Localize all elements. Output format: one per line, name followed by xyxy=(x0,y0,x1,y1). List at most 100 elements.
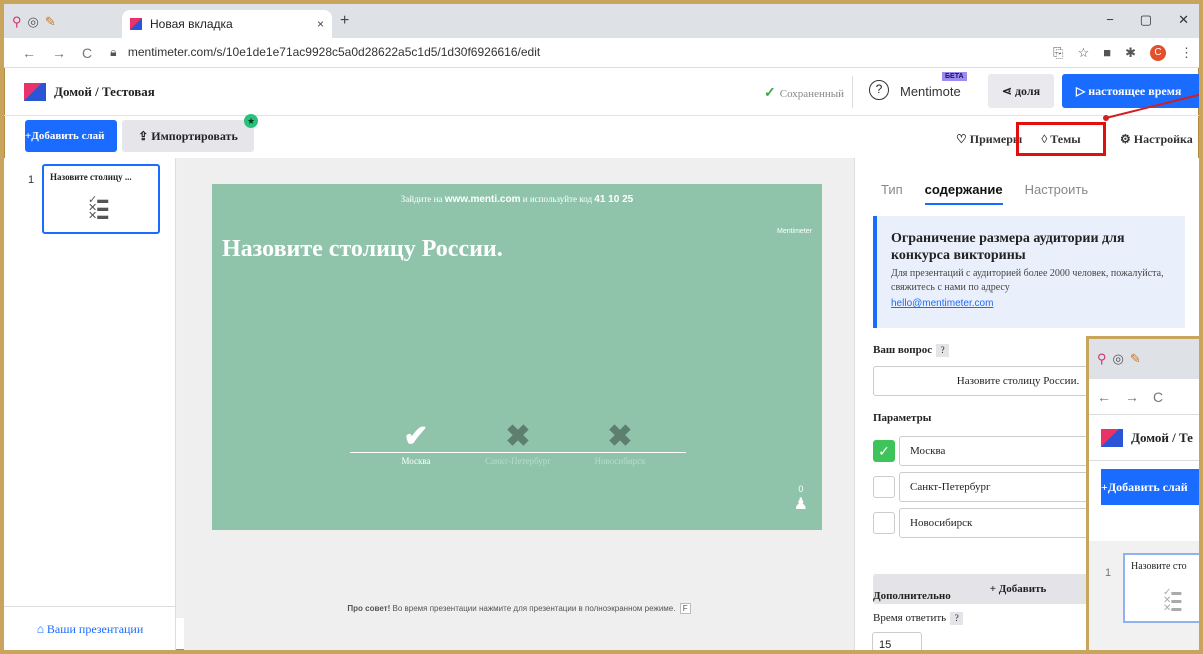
tab-content[interactable]: содержание xyxy=(924,182,1003,205)
join-code: 41 10 25 xyxy=(594,194,634,205)
panel-tabs: Тип содержание Настроить xyxy=(881,182,1088,205)
tab-title: Новая вкладка xyxy=(150,17,233,31)
option-correct-checkbox[interactable]: ✓ xyxy=(873,440,895,462)
globe-icon: ◎ xyxy=(1112,351,1124,366)
screenshot-frame: ⚲ ◎ ✎ Новая вкладка × + − ▢ ✕ ← → C 🔒︎ m… xyxy=(4,4,1199,650)
your-presentations-label: Ваши презентации xyxy=(46,622,144,636)
slide-thumbnail[interactable]: Назовите столицу ... ✓▬ ✕▬ ✕▬ xyxy=(42,164,160,234)
quiz-list-icon: ✓▬ ✕▬ ✕▬ xyxy=(1163,587,1182,614)
question-label: Ваш вопрос? xyxy=(873,344,950,357)
inset-address-bar: ← → C xyxy=(1089,379,1199,415)
cross-icon: ✖ xyxy=(505,420,531,453)
check-icon: ✓ xyxy=(764,86,776,101)
puzzle-icon[interactable]: ✱ xyxy=(1125,45,1136,61)
your-presentations-link[interactable]: ⌂ Ваши презентации xyxy=(4,606,176,650)
join-prefix: Зайдите на xyxy=(400,194,443,204)
time-label-text: Время ответить xyxy=(873,612,947,624)
inset-slide-title: Назовите сто xyxy=(1131,561,1187,572)
question-input[interactable]: Назовите столицу России. xyxy=(873,366,1103,396)
extra-label: Дополнительно xyxy=(873,590,951,602)
examples-button[interactable]: ♡ Примеры xyxy=(956,132,1022,147)
inset-sidebar: 1 Назовите сто ✓▬ ✕▬ ✕▬ xyxy=(1089,541,1199,650)
notice-text: Для презентаций с аудиторией более 2000 … xyxy=(891,268,1164,293)
import-button[interactable]: ⇪ Импортировать xyxy=(122,120,254,152)
maximize-icon[interactable]: ▢ xyxy=(1140,12,1152,28)
time-input[interactable]: 15 xyxy=(872,632,922,650)
option-label: Москва xyxy=(401,456,431,466)
close-window-icon[interactable]: ✕ xyxy=(1178,12,1189,28)
mentimote-link[interactable]: Mentimote xyxy=(900,84,961,99)
pinned-tab-icon[interactable]: ✎ xyxy=(45,14,56,30)
lock-icon: 🔒︎ xyxy=(110,45,117,59)
option-input[interactable]: Москва xyxy=(899,436,1103,466)
breadcrumb[interactable]: Домой / Тестовая xyxy=(54,84,155,100)
inset-header: Домой / Те xyxy=(1089,415,1199,461)
mentimeter-brand: Mentimeter xyxy=(776,228,812,235)
option-correct-checkbox[interactable] xyxy=(873,476,895,498)
join-instructions: Зайдите на www.menti.com и используйте к… xyxy=(212,194,822,205)
share-icon: ⋖ xyxy=(1001,84,1015,98)
menu-dots-icon[interactable]: ⋮ xyxy=(1180,45,1193,61)
examples-label: Примеры xyxy=(969,132,1023,146)
themes-label: Темы xyxy=(1050,132,1081,146)
pinned-tab-icon[interactable]: ⚲ xyxy=(12,14,22,30)
slide-question: Назовите столицу России. xyxy=(222,236,503,262)
help-icon[interactable]: ? xyxy=(950,612,964,625)
gear-icon: ⚙ xyxy=(1120,132,1134,146)
lightbulb-icon: ♡ xyxy=(956,132,970,146)
audience-limit-notice: Ограничение размера аудитории для конкур… xyxy=(873,216,1185,328)
close-tab-icon[interactable]: × xyxy=(317,17,324,31)
zoomed-inset-screenshot: ⚲ ◎ ✎ ← → C Домой / Те +Добавить слай 1 … xyxy=(1086,336,1199,650)
add-slide-button[interactable]: +Добавить слай xyxy=(25,120,117,152)
app-header: Домой / Тестовая ✓ Сохраненный ? Mentimot… xyxy=(4,68,1199,116)
help-icon[interactable]: ? xyxy=(936,344,950,357)
new-tab-button[interactable]: + xyxy=(340,12,349,30)
inset-breadcrumb: Домой / Те xyxy=(1131,429,1193,445)
mentimeter-logo-icon[interactable] xyxy=(24,82,46,101)
bookmark-star-icon[interactable]: ☆ xyxy=(1078,45,1090,61)
reload-icon[interactable]: C xyxy=(82,45,92,61)
tip-text: Во время презентации нажмите для презент… xyxy=(392,604,676,613)
browser-tab[interactable]: Новая вкладка × xyxy=(122,10,332,38)
profile-avatar[interactable]: C xyxy=(1150,45,1166,61)
window-controls: − ▢ ✕ xyxy=(1106,12,1189,28)
time-label: Время ответить? xyxy=(873,612,964,625)
globe-icon[interactable]: ◎ xyxy=(28,14,39,30)
tab-customize[interactable]: Настроить xyxy=(1025,182,1089,205)
mentimeter-favicon-icon xyxy=(130,18,142,30)
help-icon[interactable]: ? xyxy=(869,80,889,100)
share-button[interactable]: ⋖ доля xyxy=(988,74,1054,108)
slide-number: 1 xyxy=(28,174,35,186)
back-icon[interactable]: ← xyxy=(22,45,36,61)
option-result: ✔ Москва xyxy=(376,420,456,467)
fullscreen-key: F xyxy=(679,603,691,614)
option-correct-checkbox[interactable] xyxy=(873,512,895,534)
minimize-icon[interactable]: − xyxy=(1106,12,1114,28)
join-mid: и используйте код xyxy=(522,194,593,204)
join-site: www.menti.com xyxy=(444,194,521,205)
extension-icon[interactable]: ■ xyxy=(1103,45,1111,61)
slides-sidebar: 1 Назовите столицу ... ✓▬ ✕▬ ✕▬ ⌂ Ваши пре… xyxy=(4,158,176,650)
reload-icon: C xyxy=(1153,389,1164,405)
option-input[interactable]: Новосибирск xyxy=(899,508,1103,538)
pinned-tabs[interactable]: ⚲ ◎ ✎ xyxy=(12,14,56,30)
themes-button[interactable]: ◊ Темы xyxy=(1016,122,1106,156)
share-label: доля xyxy=(1014,84,1041,98)
participants-counter: 0 ♟ xyxy=(794,484,808,514)
option-input[interactable]: Санкт-Петербург xyxy=(899,472,1103,502)
browser-tab-bar: ⚲ ◎ ✎ Новая вкладка × + − ▢ ✕ xyxy=(4,4,1199,38)
url-field[interactable]: 🔒︎ mentimeter.com/s/10e1de1e71ac9928c5a0… xyxy=(110,45,540,60)
present-button[interactable]: ▷ настоящее время xyxy=(1062,74,1199,108)
saved-status: ✓ Сохраненный xyxy=(764,85,844,102)
settings-button[interactable]: ⚙ Настройка xyxy=(1120,132,1193,147)
forward-icon[interactable]: → xyxy=(52,45,66,61)
divider xyxy=(852,76,853,108)
translate-icon[interactable]: ⎘ xyxy=(1053,45,1063,61)
sidebar-scrollbar[interactable] xyxy=(176,158,184,618)
slide-preview[interactable]: Зайдите на www.menti.com и используйте к… xyxy=(212,184,822,530)
drop-icon: ◊ xyxy=(1041,132,1051,146)
play-icon: ▷ xyxy=(1076,84,1089,98)
email-link[interactable]: hello@mentimeter.com xyxy=(891,298,993,309)
tab-type[interactable]: Тип xyxy=(881,182,903,205)
checkmark-icon: ✔ xyxy=(403,420,429,453)
